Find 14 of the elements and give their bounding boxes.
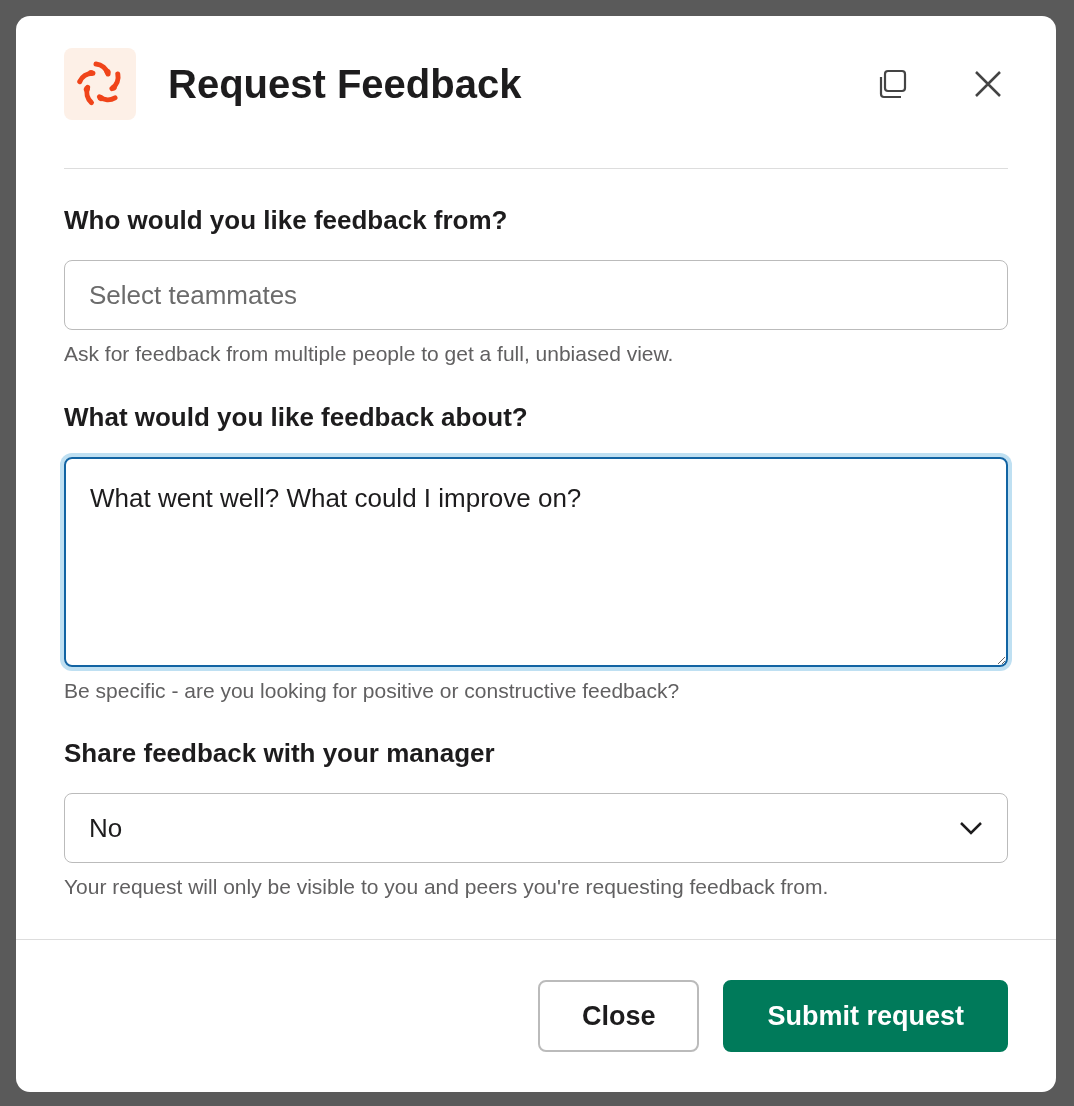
- field-hint: Be specific - are you looking for positive or constructive feedback?: [64, 677, 681, 704]
- field-label: Share feedback with your manager: [64, 737, 496, 770]
- teammates-field[interactable]: Select teammates: [64, 260, 1008, 330]
- submit-button[interactable]: Submit request: [723, 980, 1008, 1052]
- sparkle-logo-icon: [76, 60, 124, 108]
- field-label: What would you like feedback about?: [64, 400, 529, 434]
- modal-title: Request Feedback: [168, 61, 523, 108]
- cancel-button[interactable]: Close: [537, 980, 700, 1052]
- field-hint: Your request will only be visible to you and peers you're requesting feedback from.: [64, 874, 830, 900]
- manager-share-dropdown[interactable]: No: [64, 793, 1008, 863]
- field-hint: Ask for feedback from multiple people to get a full, unbiased view.: [64, 341, 675, 367]
- close-icon: [974, 70, 1002, 98]
- chevron-down-icon: [959, 821, 983, 835]
- field-label: Who would you like feedback from?: [64, 204, 509, 237]
